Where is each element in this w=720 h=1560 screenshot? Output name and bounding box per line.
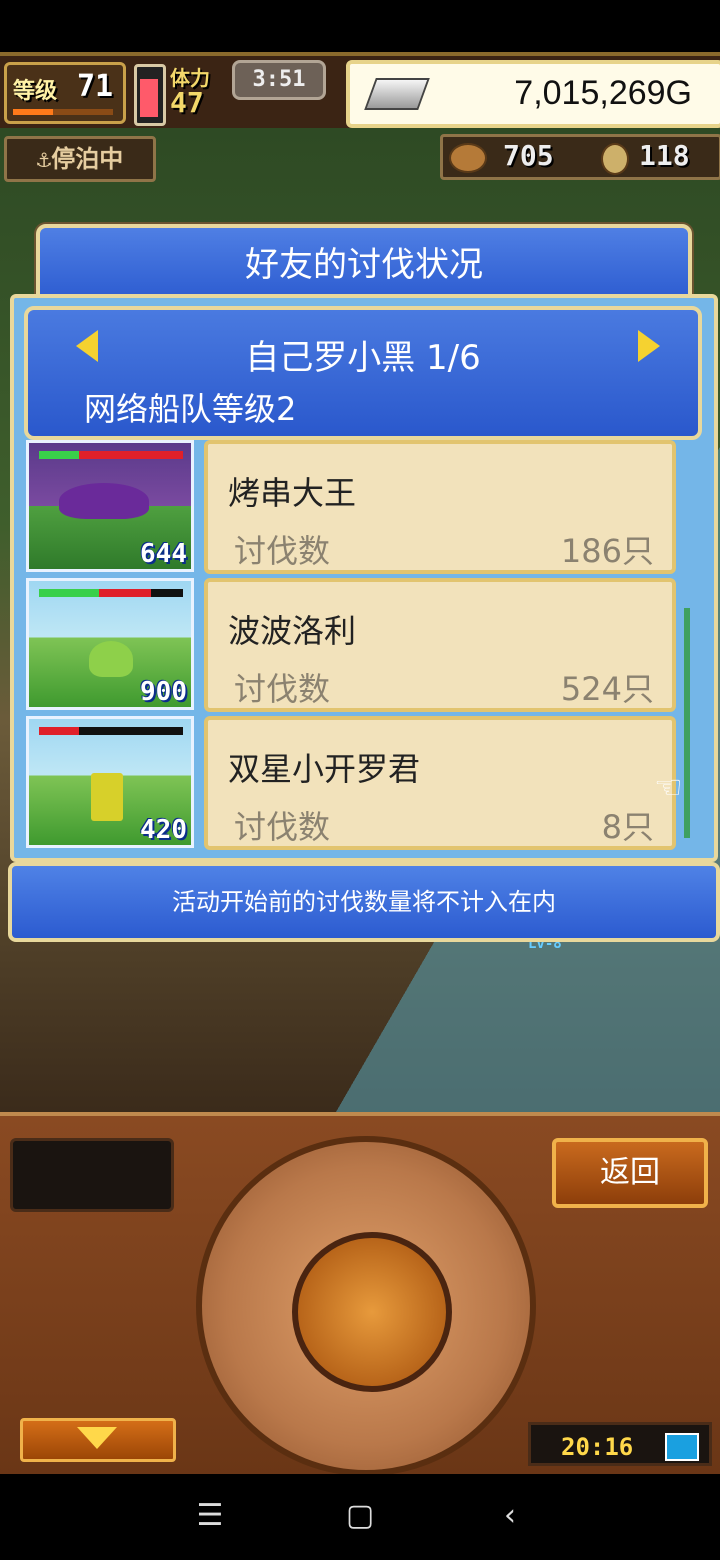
next-friend-arrow-icon[interactable] — [638, 330, 660, 362]
level-progress-fill — [13, 109, 53, 115]
boss-row[interactable]: 644 烤串大王 讨伐数 186只 — [14, 440, 714, 574]
battery-icon — [665, 1433, 699, 1461]
boss-hp-bar — [39, 451, 183, 459]
boss-card[interactable]: 双星小开罗君 讨伐数 8只 — [204, 716, 676, 850]
boss-thumb-number: 644 — [140, 539, 187, 569]
down-arrow-icon — [77, 1427, 117, 1449]
menu-icon[interactable]: ☰ — [180, 1498, 240, 1533]
boss-thumb-number: 900 — [140, 677, 187, 707]
empty-slot — [10, 1138, 174, 1212]
boss-name: 波波洛利 — [228, 612, 357, 650]
moored-status[interactable]: ⚓停泊中 — [4, 136, 156, 182]
clock-text: 20:16 — [561, 1433, 634, 1461]
home-icon[interactable]: ▢ — [330, 1498, 390, 1533]
kill-count-label: 讨伐数 — [234, 532, 331, 570]
gold-amount: 7,015,269G — [514, 74, 692, 112]
kill-count-label: 讨伐数 — [234, 808, 331, 846]
wheel-center-button[interactable] — [292, 1232, 452, 1392]
level-value: 71 — [77, 69, 114, 104]
wood-icon — [449, 143, 487, 173]
top-status-bar: 等级 71 体力 47 3:51 7,015,269G — [0, 52, 720, 132]
kill-count-value: 524只 — [560, 670, 654, 708]
anchor-icon: ⚓ — [36, 145, 52, 173]
android-nav-bar: ☰ ▢ ‹ — [0, 1474, 720, 1560]
moored-label: 停泊中 — [51, 145, 124, 173]
stamina-vial-icon — [134, 64, 166, 126]
boss-thumb-number: 420 — [140, 815, 187, 845]
stamina-timer: 3:51 — [232, 60, 326, 100]
note-bar: 活动开始前的讨伐数量将不计入在内 — [8, 862, 720, 942]
back-icon[interactable]: ‹ — [480, 1498, 540, 1533]
level-progress-bar — [13, 109, 113, 115]
silver-bar-icon — [364, 78, 430, 110]
expand-menu-button[interactable] — [20, 1418, 176, 1462]
dialog-body: 自己罗小黑 1/6 网络船队等级2 644 烤串大王 讨伐数 186只 900 … — [10, 294, 718, 862]
list-scrollbar[interactable] — [684, 608, 690, 838]
twin-star-monster-icon — [91, 773, 123, 821]
boss-hp-bar — [39, 727, 183, 735]
boss-row[interactable]: 900 波波洛利 讨伐数 524只 — [14, 578, 714, 712]
hand-pointer-icon: ☜ — [654, 768, 683, 806]
boss-name: 双星小开罗君 — [228, 750, 421, 788]
friend-name: 自己罗小黑 1/6 — [245, 338, 481, 378]
slime-monster-icon — [89, 641, 133, 677]
friend-header: 自己罗小黑 1/6 网络船队等级2 — [24, 306, 702, 440]
stamina-fill — [140, 79, 158, 117]
controller-panel: 返回 20:16 — [0, 1112, 720, 1478]
back-button[interactable]: 返回 — [552, 1138, 708, 1208]
resource-1-value: 705 — [503, 139, 554, 172]
kill-count-value: 186只 — [560, 532, 654, 570]
boss-card[interactable]: 波波洛利 讨伐数 524只 — [204, 578, 676, 712]
stamina-value: 47 — [170, 86, 204, 119]
boss-thumbnail: 420 — [26, 716, 194, 848]
hp-red — [39, 727, 79, 735]
level-box: 等级 71 — [4, 62, 126, 124]
medal-icon — [601, 143, 629, 175]
resource-bar: 705 118 — [440, 134, 720, 180]
kill-count-value: 8只 — [601, 808, 654, 846]
resource-2-value: 118 — [639, 139, 690, 172]
fleet-level: 网络船队等级2 — [84, 390, 297, 428]
boss-name: 烤串大王 — [228, 474, 357, 512]
boss-hp-bar — [39, 589, 183, 597]
boss-row[interactable]: 420 双星小开罗君 讨伐数 8只 — [14, 716, 714, 850]
kebab-king-monster-icon — [59, 483, 149, 519]
gold-panel: 7,015,269G — [346, 60, 720, 128]
level-label: 等级 — [13, 79, 58, 104]
game-clock: 20:16 — [528, 1422, 712, 1466]
direction-wheel[interactable] — [196, 1136, 536, 1476]
boss-thumbnail: 900 — [26, 578, 194, 710]
hp-green — [39, 451, 79, 459]
hp-green — [39, 589, 99, 597]
kill-count-label: 讨伐数 — [234, 670, 331, 708]
hp-red — [99, 589, 151, 597]
hp-red — [79, 451, 183, 459]
boss-card[interactable]: 烤串大王 讨伐数 186只 — [204, 440, 676, 574]
boss-thumbnail: 644 — [26, 440, 194, 572]
